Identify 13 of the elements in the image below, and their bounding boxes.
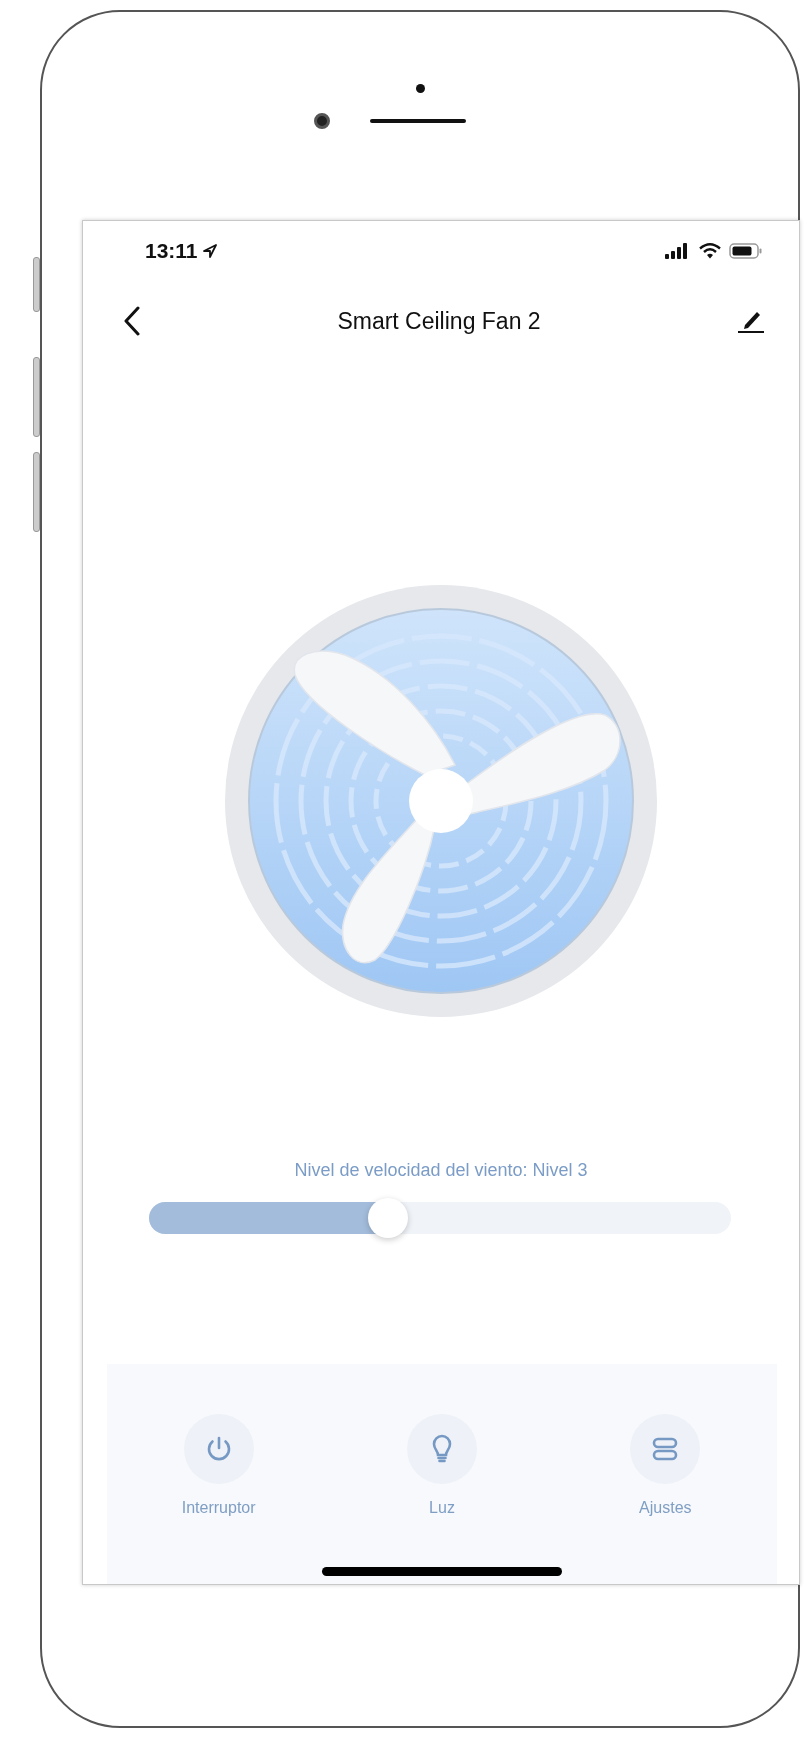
control-button[interactable]: Luz — [342, 1414, 542, 1584]
sensor-dot — [415, 84, 425, 93]
status-time: 13:11 — [145, 238, 198, 265]
page-title: Smart Ceiling Fan 2 — [337, 306, 541, 336]
back-icon[interactable] — [123, 306, 141, 336]
speed-level-label: Nivel de velocidad del viento: Nivel 3 — [293, 1159, 589, 1182]
control-button[interactable]: Ajustes — [565, 1414, 766, 1584]
slider-thumb[interactable] — [367, 1198, 408, 1238]
location-arrow-icon — [201, 243, 218, 259]
wifi-icon — [699, 243, 721, 259]
control-button[interactable]: Interruptor — [118, 1414, 319, 1584]
camera-lens — [314, 113, 330, 129]
battery-icon — [729, 243, 763, 259]
